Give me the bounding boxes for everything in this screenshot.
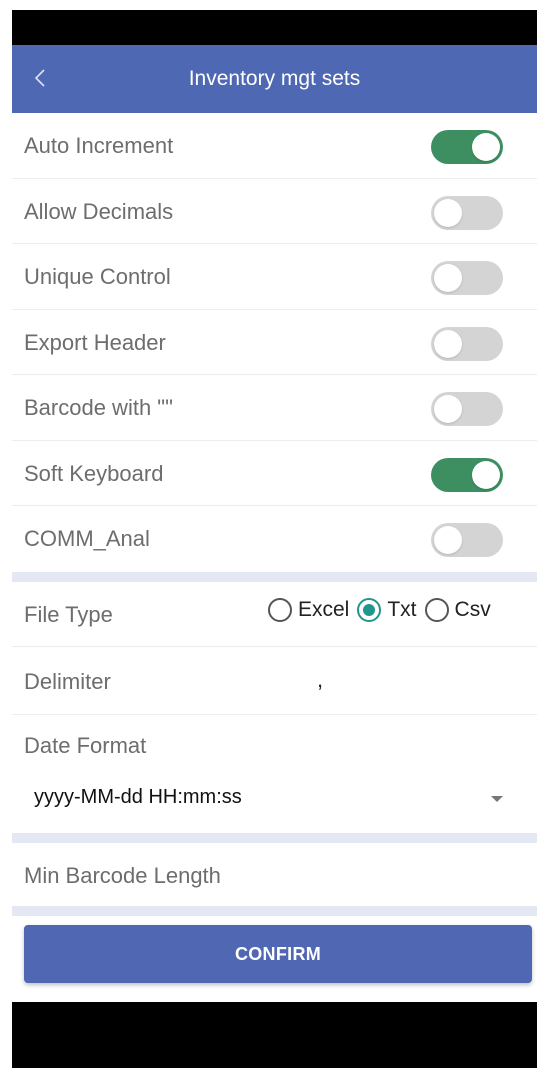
setting-comm-anal: COMM_Anal xyxy=(12,506,537,572)
setting-barcode-with-quotes: Barcode with "" xyxy=(12,375,537,441)
toggle-switch[interactable] xyxy=(431,523,503,557)
section-divider xyxy=(12,572,537,582)
setting-label: Export Header xyxy=(24,329,166,355)
section-divider xyxy=(12,833,537,843)
setting-auto-increment: Auto Increment xyxy=(12,113,537,179)
setting-label: Barcode with "" xyxy=(24,395,173,420)
setting-label: Unique Control xyxy=(24,264,171,289)
setting-export-header: Export Header xyxy=(12,310,537,375)
navigation-bar xyxy=(12,1002,537,1068)
setting-allow-decimals: Allow Decimals xyxy=(12,179,537,244)
toggle-knob xyxy=(434,264,462,292)
toggle-knob xyxy=(434,395,462,423)
toggle-switch[interactable] xyxy=(431,326,503,361)
date-format-label: Date Format xyxy=(24,733,147,758)
date-format-section: Date Format yyyy-MM-dd HH:mm:ss xyxy=(12,715,537,833)
radio-circle-icon xyxy=(357,598,382,622)
delimiter-input[interactable]: , xyxy=(317,667,323,693)
radio-excel[interactable]: Excel xyxy=(268,598,349,622)
toggle-knob xyxy=(434,198,462,227)
min-barcode-length-field[interactable]: Min Barcode Length xyxy=(12,843,537,906)
radio-circle-icon xyxy=(424,598,449,622)
section-divider xyxy=(12,906,537,916)
file-type-radio-group: Excel Txt Csv xyxy=(268,598,499,622)
setting-soft-keyboard: Soft Keyboard xyxy=(12,441,537,506)
app-bar: Inventory mgt sets xyxy=(12,45,537,113)
file-type-label: File Type xyxy=(24,602,113,627)
radio-label: Csv xyxy=(454,598,491,621)
setting-label: Soft Keyboard xyxy=(24,460,164,486)
setting-label: COMM_Anal xyxy=(24,526,150,551)
min-barcode-length-label: Min Barcode Length xyxy=(24,863,221,888)
toggle-knob xyxy=(472,133,500,161)
toggle-switch[interactable] xyxy=(431,392,503,426)
toggle-knob xyxy=(434,329,462,358)
setting-label: Auto Increment xyxy=(24,133,174,158)
toggle-knob xyxy=(434,526,462,554)
toggle-switch[interactable] xyxy=(431,195,503,230)
delimiter-row: Delimiter , xyxy=(12,647,537,715)
date-format-value: yyyy-MM-dd HH:mm:ss xyxy=(34,786,242,808)
setting-label: Allow Decimals xyxy=(24,198,174,224)
toggle-switch[interactable] xyxy=(431,457,503,492)
status-bar xyxy=(12,10,537,45)
radio-csv[interactable]: Csv xyxy=(424,598,491,622)
radio-circle-icon xyxy=(268,598,292,622)
page-title: Inventory mgt sets xyxy=(188,67,361,90)
radio-label: Excel xyxy=(298,598,350,621)
delimiter-label: Delimiter xyxy=(24,669,111,694)
toggle-switch[interactable] xyxy=(431,261,503,295)
toggle-switch[interactable] xyxy=(431,130,503,164)
toggle-knob xyxy=(472,460,500,489)
confirm-button[interactable]: CONFIRM xyxy=(24,925,532,983)
settings-screen: Auto Increment Allow Decimals Unique Con… xyxy=(12,113,537,1002)
file-type-row: File Type Excel Txt Csv xyxy=(12,582,537,647)
radio-txt[interactable]: Txt xyxy=(357,598,417,622)
date-format-dropdown[interactable]: yyyy-MM-dd HH:mm:ss xyxy=(24,773,525,821)
radio-label: Txt xyxy=(387,598,417,621)
confirm-area: CONFIRM xyxy=(12,916,537,1010)
dropdown-arrow-icon xyxy=(491,796,503,802)
setting-unique-control: Unique Control xyxy=(12,244,537,310)
